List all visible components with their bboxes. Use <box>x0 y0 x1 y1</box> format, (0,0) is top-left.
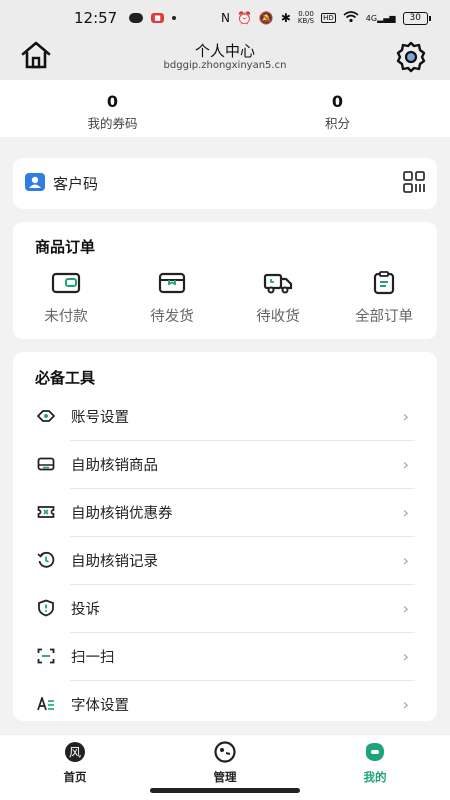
tab-home[interactable]: 风 首页 <box>0 735 150 800</box>
scan-icon <box>37 647 55 665</box>
tab-manage-label: 管理 <box>213 770 237 784</box>
coupons-count: 0 <box>106 92 119 111</box>
home-indicator[interactable] <box>150 788 300 793</box>
tools-card: 必备工具 账号设置 › 自助核销商品 › 自助核销优惠券 › 自助核销记录 › … <box>13 352 437 721</box>
more-notifications-icon <box>171 16 176 20</box>
tool-self-verify-coupon[interactable]: 自助核销优惠券 › <box>13 488 437 536</box>
order-all[interactable]: 全部订单 <box>331 271 437 326</box>
app-notification-icon: ■ <box>151 13 164 23</box>
tool-font-settings[interactable]: 字体设置 › <box>13 680 437 728</box>
bluetooth-icon: ✱ <box>280 11 291 25</box>
tool-label: 自助核销优惠券 <box>71 505 173 522</box>
alarm-icon: ⏰ <box>236 11 252 25</box>
stats-panel: 0 我的券码 0 积分 <box>0 80 450 137</box>
tool-label: 账号设置 <box>71 409 129 426</box>
tool-self-verify-records[interactable]: 自助核销记录 › <box>13 536 437 584</box>
tool-label: 自助核销商品 <box>71 457 158 474</box>
tool-label: 字体设置 <box>71 697 129 714</box>
chevron-right-icon: › <box>402 406 409 426</box>
order-all-label: 全部订单 <box>355 309 413 325</box>
chevron-right-icon: › <box>402 502 409 522</box>
mute-icon: 🔕 <box>258 11 274 25</box>
tab-home-label: 首页 <box>63 770 87 784</box>
shield-alert-icon <box>37 599 55 617</box>
order-to-receive[interactable]: 待收货 <box>225 271 331 326</box>
battery-icon: 30 <box>402 11 432 25</box>
wallet-icon <box>51 272 81 299</box>
tool-self-verify-product[interactable]: 自助核销商品 › <box>13 440 437 488</box>
points-label: 积分 <box>324 116 350 131</box>
orders-card: 商品订单 未付款 待发货 待收货 全部订单 <box>13 222 437 339</box>
order-unpaid[interactable]: 未付款 <box>13 271 119 326</box>
page-subtitle: bdggip.zhongxinyan5.cn <box>163 60 287 71</box>
user-card-icon <box>25 172 45 195</box>
tool-label: 扫一扫 <box>71 649 115 666</box>
wifi-icon <box>343 10 359 26</box>
network-speed: 0.00 KB/S <box>297 10 315 25</box>
chevron-right-icon: › <box>402 454 409 474</box>
chevron-right-icon: › <box>402 550 409 570</box>
tab-mine-label: 我的 <box>363 770 387 784</box>
eye-icon <box>37 407 55 425</box>
page-header: 个人中心 bdggip.zhongxinyan5.cn <box>0 36 450 80</box>
tab-mine[interactable]: 我的 <box>300 735 450 800</box>
hd-badge: HD <box>321 13 336 23</box>
tool-scan[interactable]: 扫一扫 › <box>13 632 437 680</box>
ticket-icon <box>37 503 55 521</box>
status-bar: 12:57 ■ N ⏰ 🔕 ✱ 0.00 KB/S HD 4G▂▄▆ 30 <box>0 0 450 36</box>
customer-code-label: 客户码 <box>53 175 99 193</box>
points-stat[interactable]: 0 积分 <box>225 80 450 137</box>
page-title: 个人中心 <box>194 42 255 60</box>
font-size-icon <box>37 695 55 713</box>
chevron-right-icon: › <box>402 646 409 666</box>
order-to-ship-label: 待发货 <box>150 309 194 325</box>
tool-label: 自助核销记录 <box>71 553 158 570</box>
status-time: 12:57 <box>74 9 118 27</box>
orders-title: 商品订单 <box>35 238 96 256</box>
nfc-icon: N <box>220 11 230 25</box>
tool-complaint[interactable]: 投诉 › <box>13 584 437 632</box>
order-to-receive-label: 待收货 <box>256 309 300 325</box>
points-count: 0 <box>331 92 344 111</box>
coupons-label: 我的券码 <box>87 116 138 131</box>
product-icon <box>37 455 55 473</box>
chevron-right-icon: › <box>402 694 409 714</box>
manage-tab-icon <box>213 741 237 767</box>
tools-title: 必备工具 <box>35 369 96 387</box>
profile-tab-icon <box>363 743 387 767</box>
qr-code-icon[interactable] <box>403 170 425 197</box>
chevron-right-icon: › <box>402 598 409 618</box>
wechat-icon <box>129 13 144 23</box>
tool-label: 投诉 <box>71 601 100 618</box>
signal-icon: 4G▂▄▆ <box>365 13 396 23</box>
order-to-ship[interactable]: 待发货 <box>119 271 225 326</box>
home-tab-icon: 风 <box>63 742 87 767</box>
history-icon <box>37 551 55 569</box>
package-box-icon <box>157 272 187 299</box>
my-coupons-stat[interactable]: 0 我的券码 <box>0 80 225 137</box>
svg-text:风: 风 <box>69 746 81 760</box>
delivery-truck-icon <box>263 273 293 299</box>
tool-account-settings[interactable]: 账号设置 › <box>13 392 437 440</box>
order-unpaid-label: 未付款 <box>44 309 88 325</box>
customer-code-card[interactable]: 客户码 <box>13 158 437 209</box>
clipboard-icon <box>369 271 399 299</box>
gear-icon[interactable] <box>394 40 428 74</box>
